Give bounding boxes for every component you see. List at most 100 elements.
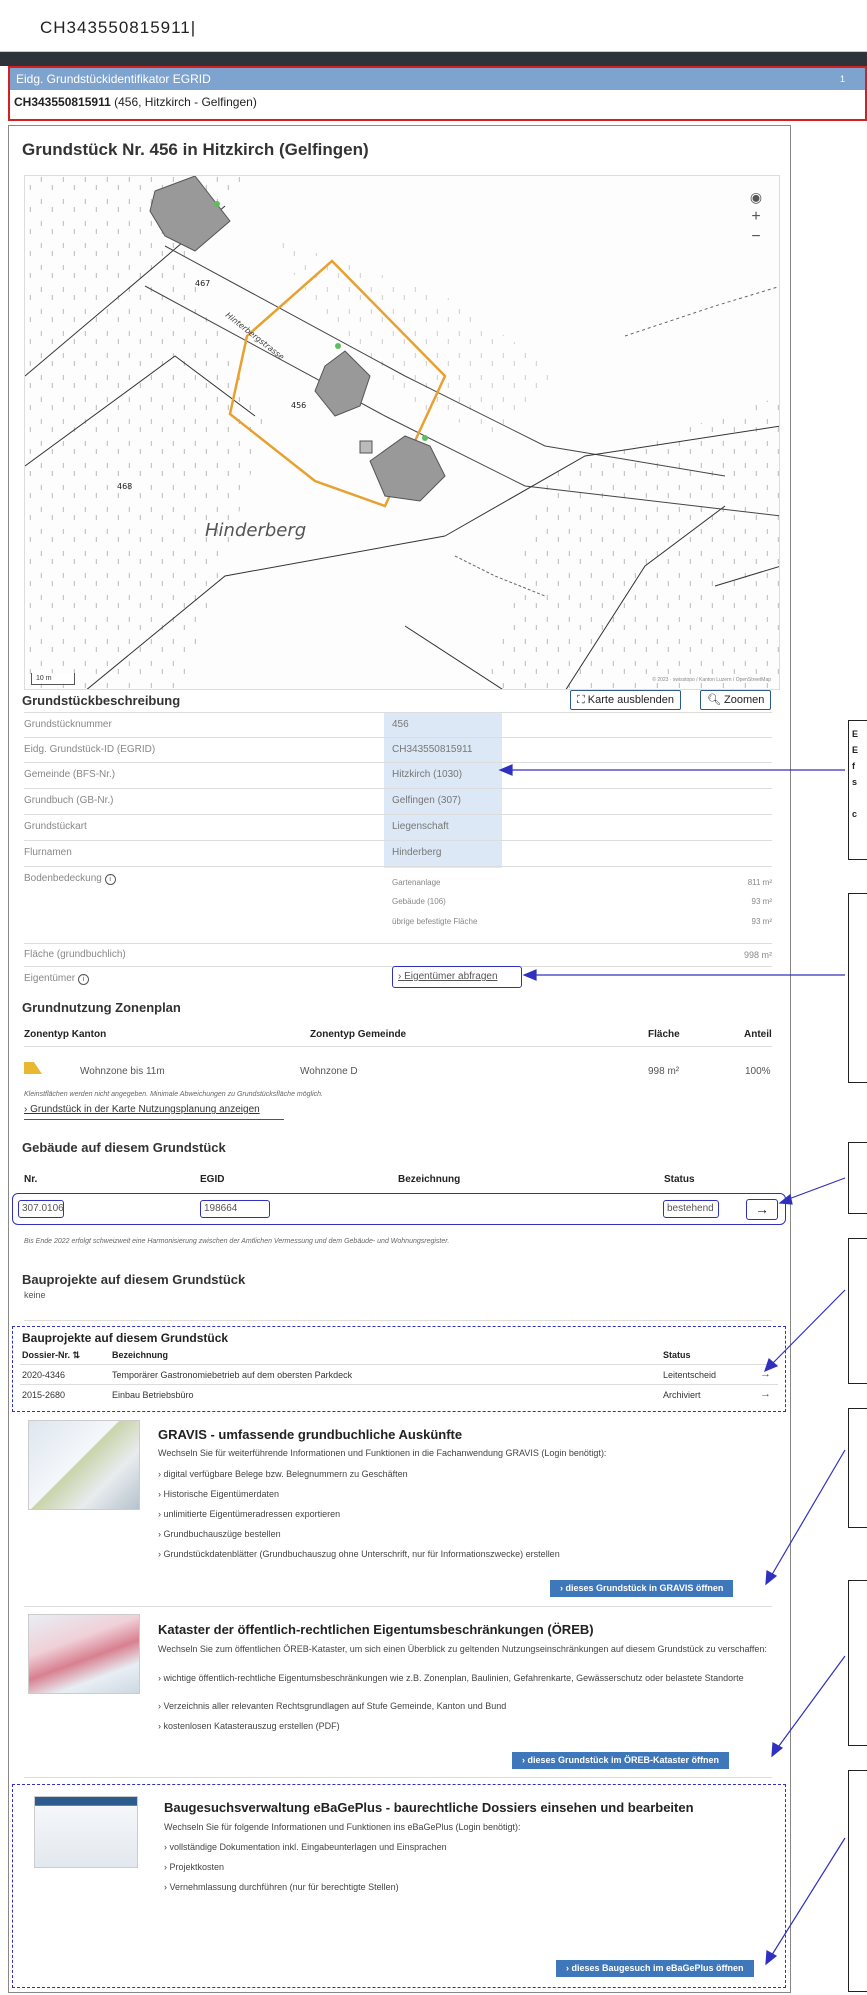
- map-label-467: 467: [195, 279, 210, 288]
- annotation-box: [848, 1408, 867, 1528]
- col-header: Zonentyp Gemeinde: [310, 1029, 407, 1040]
- col-header: Dossier-Nr. ⇅: [22, 1350, 81, 1360]
- value-column-highlight: [384, 712, 502, 868]
- ebage-bullet: › Projektkosten: [164, 1862, 225, 1872]
- dossier-open-arrow[interactable]: →: [760, 1388, 771, 1400]
- ebage-bullet: › Vernehmlassung durchführen (nur für be…: [164, 1882, 399, 1892]
- flaeche-value: 998 m²: [743, 950, 772, 960]
- map-canvas: ı ı 467 456 468 Hinterbergstr: [25, 176, 779, 689]
- map-label-street: Hinterbergstrasse: [224, 310, 286, 361]
- hide-map-button[interactable]: ⛶ Karte ausblenden: [570, 690, 681, 710]
- oereb-bullet: › wichtige öffentlich-rechtliche Eigentu…: [158, 1673, 744, 1683]
- info-icon[interactable]: i: [104, 874, 116, 885]
- cover-name: Gartenanlage: [392, 878, 441, 887]
- result-egrid: CH343550815911: [14, 95, 111, 109]
- oereb-bullet: › kostenlosen Katasterauszug erstellen (…: [158, 1721, 340, 1731]
- owner-query-link[interactable]: › Eigentümer abfragen: [392, 966, 522, 988]
- desc-label: Flurnamen: [24, 847, 72, 858]
- section-title-gebaeude: Gebäude auf diesem Grundstück: [22, 1140, 226, 1155]
- cover-name: Gebäude (106): [392, 897, 446, 906]
- desc-value: 456: [392, 719, 409, 730]
- col-header: EGID: [200, 1174, 225, 1185]
- desc-value: Gelfingen (307): [392, 795, 461, 806]
- page-title: Grundstück Nr. 456 in Hitzkirch (Gelfing…: [22, 140, 369, 159]
- dossier-name: Einbau Betriebsbüro: [112, 1390, 194, 1400]
- search-bar[interactable]: CH343550815911|: [0, 0, 867, 52]
- desc-value: Hitzkirch (1030): [392, 769, 463, 780]
- result-count: 1: [839, 74, 845, 84]
- open-gravis-button[interactable]: › dieses Grundstück in GRAVIS öffnen: [550, 1580, 734, 1597]
- building-open-button[interactable]: →: [746, 1199, 778, 1220]
- owner-label: Eigentümer i: [24, 973, 89, 985]
- desc-label: Gemeinde (BFS-Nr.): [24, 769, 116, 780]
- result-category-label: Eidg. Grundstückidentifikator EGRID: [16, 72, 211, 86]
- gravis-desc: Wechseln Sie für weiterführende Informat…: [158, 1448, 607, 1458]
- zone-cell: 100%: [745, 1066, 771, 1077]
- ebage-title: Baugesuchsverwaltung eBaGePlus - baurech…: [164, 1800, 694, 1815]
- dossier-nr: 2015-2680: [22, 1390, 66, 1400]
- annotation-box: [848, 1580, 867, 1746]
- zone-map-link[interactable]: › Grundstück in der Karte Nutzungsplanun…: [24, 1104, 260, 1115]
- zone-cell: 998 m²: [648, 1066, 680, 1077]
- dossier-status: Archiviert: [663, 1390, 701, 1400]
- building-status: bestehend: [667, 1203, 714, 1214]
- desc-value: Hinderberg: [392, 847, 442, 858]
- col-header: Status: [664, 1174, 695, 1185]
- zone-note: Kleinstflächen werden nicht angegeben. M…: [24, 1091, 323, 1098]
- forest-area-right: [485, 396, 779, 689]
- col-header: Bezeichnung: [398, 1174, 461, 1185]
- gravis-bullet: › Historische Eigentümerdaten: [158, 1489, 280, 1499]
- search-result-item[interactable]: CH343550815911 (456, Hitzkirch - Gelfing…: [14, 95, 257, 109]
- info-icon[interactable]: i: [77, 974, 89, 985]
- map-label-456: 456: [291, 401, 306, 410]
- cover-value: 93 m²: [751, 897, 772, 906]
- zoom-in-icon[interactable]: +: [747, 208, 765, 226]
- section-title-zonen: Grundnutzung Zonenplan: [22, 1000, 181, 1015]
- desc-label: Grundstückart: [24, 821, 87, 832]
- search-input[interactable]: CH343550815911|: [40, 18, 196, 38]
- map-icon: ⛶: [577, 694, 588, 706]
- annotation-box: [848, 1238, 867, 1384]
- open-oereb-button[interactable]: › dieses Grundstück im ÖREB-Kataster öff…: [512, 1752, 730, 1769]
- toolbar-strip: [0, 52, 867, 66]
- result-detail: (456, Hitzkirch - Gelfingen): [110, 95, 257, 109]
- desc-value: Liegenschaft: [392, 821, 449, 832]
- desc-label: Grundstücknummer: [24, 719, 112, 730]
- dossier-nr: 2020-4346: [22, 1370, 66, 1380]
- map-copyright: © 2023 · swisstopo / Kanton Luzern / Ope…: [652, 677, 771, 683]
- flaeche-label: Fläche (grundbuchlich): [24, 949, 126, 960]
- zoom-out-icon[interactable]: −: [747, 228, 765, 246]
- building-shape: [314, 350, 371, 417]
- zoom-button[interactable]: 🔍︎ Zoomen: [700, 690, 772, 710]
- bauprojekte-empty: keine: [24, 1290, 46, 1300]
- col-header: Status: [663, 1350, 691, 1360]
- oereb-thumbnail: [28, 1614, 140, 1694]
- oereb-desc: Wechseln Sie zum öffentlichen ÖREB-Katas…: [158, 1644, 767, 1654]
- annotation-box: [848, 893, 867, 1083]
- cover-value: 811 m²: [747, 878, 772, 887]
- map-label-468: 468: [117, 482, 132, 491]
- building-note: Bis Ende 2022 erfolgt schweizweit eine H…: [24, 1238, 450, 1245]
- ebage-bullet: › vollständige Dokumentation inkl. Einga…: [164, 1842, 447, 1852]
- parcel-map[interactable]: ı ı 467 456 468 Hinterbergstr: [24, 175, 780, 690]
- col-header: Zonentyp Kanton: [24, 1029, 107, 1040]
- locate-icon[interactable]: ◉: [747, 188, 765, 206]
- map-label-place: Hinderberg: [205, 520, 306, 541]
- annotation-box: [848, 1770, 867, 1992]
- map-scale: 10 m: [31, 673, 75, 685]
- dossier-status: Leitentscheid: [663, 1370, 717, 1380]
- arrow-right-icon: →: [755, 1201, 769, 1217]
- oereb-bullet: › Verzeichnis aller relevanten Rechtsgru…: [158, 1701, 507, 1711]
- col-header: Anteil: [744, 1029, 772, 1040]
- section-title-bauprojekte: Bauprojekte auf diesem Grundstück: [22, 1272, 246, 1287]
- dossier-open-arrow[interactable]: →: [760, 1368, 771, 1380]
- open-ebage-button[interactable]: › dieses Baugesuch im eBaGePlus öffnen: [556, 1960, 754, 1977]
- zone-cell: Wohnzone bis 11m: [80, 1066, 165, 1077]
- oereb-title: Kataster der öffentlich-rechtlichen Eige…: [158, 1622, 594, 1637]
- ebage-desc: Wechseln Sie für folgende Informationen …: [164, 1822, 521, 1832]
- bauprojekte-table-title: Bauprojekte auf diesem Grundstück: [22, 1331, 229, 1345]
- zone-cell: Wohnzone D: [300, 1066, 358, 1077]
- sort-icon[interactable]: ⇅: [73, 1350, 81, 1360]
- building-egid: 198664: [204, 1203, 238, 1214]
- annotation-box: [848, 1142, 867, 1214]
